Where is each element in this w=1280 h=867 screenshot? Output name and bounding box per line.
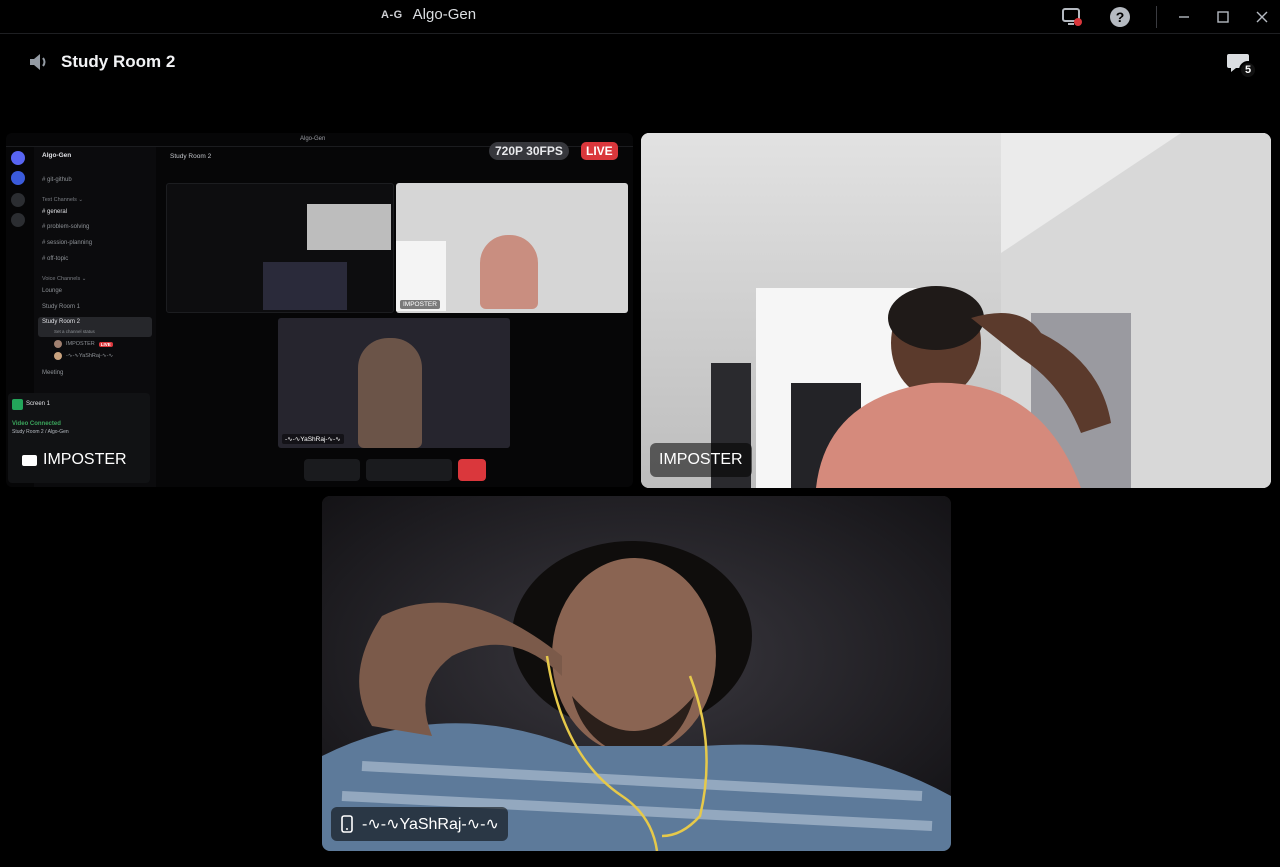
ss-sharer-name: IMPOSTER xyxy=(43,451,127,468)
ss-voice-panel: Screen 1 Video Connected Study Room 2 / … xyxy=(8,393,150,483)
ss-video-sub: Study Room 2 / Algo-Gen xyxy=(12,429,69,435)
minimize-button[interactable] xyxy=(1172,5,1196,29)
app-name: Algo-Gen xyxy=(412,6,477,23)
ss-live-badge: LIVE xyxy=(98,341,113,347)
ss-main-header: Study Room 2 xyxy=(170,153,212,160)
ss-user-name: -∿-∿YaShRaj-∿-∿ xyxy=(66,353,114,359)
imposter-name: IMPOSTER xyxy=(659,451,743,468)
room-title: Study Room 2 xyxy=(61,52,176,71)
speaker-icon xyxy=(30,54,46,70)
ss-channel: # session-planning xyxy=(42,240,93,246)
close-icon xyxy=(1256,11,1268,23)
close-button[interactable] xyxy=(1250,5,1274,29)
app-logo: A-G xyxy=(381,8,403,21)
ss-section: Text Channels ⌄ xyxy=(42,197,83,203)
ss-hangup-button xyxy=(458,459,486,481)
nested-stream xyxy=(166,183,394,313)
imposter-name-label: IMPOSTER xyxy=(650,443,752,477)
ss-add-server-icon xyxy=(11,193,25,207)
chat-count-badge: 5 xyxy=(1239,61,1257,79)
ss-server-icon xyxy=(11,171,25,185)
yashraj-camera-tile[interactable]: -∿-∿YaShRaj-∿-∿ xyxy=(322,496,951,851)
ss-server-name: Algo-Gen xyxy=(42,152,72,159)
chat-button[interactable]: 5 xyxy=(1226,51,1258,79)
ss-status-line: Set a channel status xyxy=(54,329,95,334)
ss-video-connected: Video Connected xyxy=(12,421,61,427)
avatar xyxy=(54,340,62,348)
titlebar-divider xyxy=(1156,6,1157,28)
screen-share-icon xyxy=(22,454,37,466)
maximize-icon xyxy=(1217,11,1229,23)
ss-channel: # problem-solving xyxy=(42,224,90,230)
nested-imposter-cam: IMPOSTER xyxy=(396,183,628,313)
nested-imposter-label: IMPOSTER xyxy=(400,300,440,309)
minimize-icon xyxy=(1179,16,1189,18)
nested-camera xyxy=(263,262,347,310)
screenshare-tile[interactable]: Algo-Gen Algo-Gen # git-github Text Chan… xyxy=(6,133,633,487)
ss-section: Voice Channels ⌄ xyxy=(42,276,87,282)
ss-app-name: Algo-Gen xyxy=(300,136,326,142)
ss-media-controls xyxy=(366,459,452,481)
nested-person xyxy=(358,338,422,448)
help-button[interactable]: ? xyxy=(1108,5,1132,29)
nested-camera xyxy=(307,204,391,250)
screen-record-icon xyxy=(1062,8,1082,26)
ss-voice-user: IMPOSTER LIVE xyxy=(54,340,113,348)
title-bar: A-G Algo-Gen ? xyxy=(0,0,1280,34)
ss-channel: # git-github xyxy=(42,177,72,183)
nested-yashraj-cam: -∿-∿YaShRaj-∿-∿ xyxy=(278,318,510,448)
imposter-video-frame xyxy=(641,133,1271,488)
channel-header: Study Room 2 5 xyxy=(0,35,1280,91)
ss-home-icon xyxy=(11,151,25,165)
ss-channel: Study Room 2 xyxy=(42,319,81,325)
ss-channel: # general xyxy=(42,209,68,215)
ss-sharer-label: IMPOSTER xyxy=(22,451,127,469)
imposter-camera-tile[interactable]: IMPOSTER xyxy=(641,133,1271,488)
ss-channel: Meeting xyxy=(42,370,64,376)
live-badge: LIVE xyxy=(581,142,618,160)
stream-quality-badge: 720P 30FPS xyxy=(489,142,569,160)
ss-panel-title: Screen 1 xyxy=(26,401,51,407)
help-icon: ? xyxy=(1110,7,1130,27)
yashraj-name: -∿-∿YaShRaj-∿-∿ xyxy=(362,816,499,833)
nested-yashraj-label: -∿-∿YaShRaj-∿-∿ xyxy=(282,434,344,444)
ss-channel: # off-topic xyxy=(42,256,69,262)
ss-voice-user: -∿-∿YaShRaj-∿-∿ xyxy=(54,352,113,360)
yashraj-name-label: -∿-∿YaShRaj-∿-∿ xyxy=(331,807,508,841)
ss-mic-controls xyxy=(304,459,360,481)
nested-person xyxy=(480,235,538,309)
yashraj-video-frame xyxy=(322,496,951,851)
avatar xyxy=(54,352,62,360)
maximize-button[interactable] xyxy=(1211,5,1235,29)
phone-icon xyxy=(341,815,353,833)
ss-channel: Lounge xyxy=(42,288,63,294)
svg-text:?: ? xyxy=(1116,9,1125,25)
screen-record-button[interactable] xyxy=(1060,5,1084,29)
ss-screen-icon xyxy=(12,399,23,410)
app-brand: A-G Algo-Gen xyxy=(381,6,476,23)
ss-user-name: IMPOSTER xyxy=(66,341,95,347)
ss-channel: Study Room 1 xyxy=(42,304,81,310)
ss-explore-icon xyxy=(11,213,25,227)
